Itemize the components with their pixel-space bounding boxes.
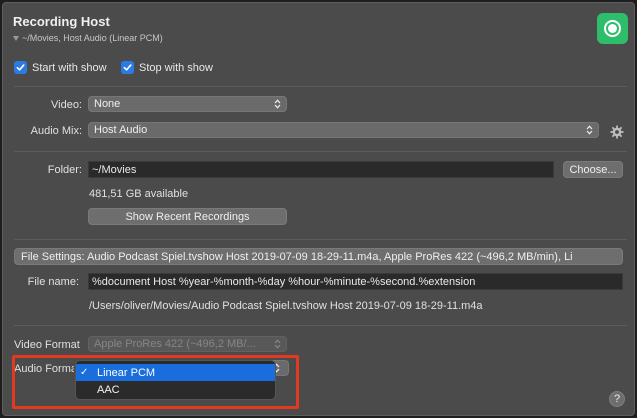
video-format-popup: Apple ProRes 422 (~496,2 MB/... [88, 336, 287, 352]
updown-arrows-icon [270, 337, 284, 351]
checkmark-icon [121, 61, 134, 74]
checkmark-icon [14, 61, 27, 74]
panel-title: Recording Host [13, 14, 110, 29]
stop-with-show-checkbox[interactable]: Stop with show [121, 61, 213, 74]
updown-arrows-icon [582, 123, 596, 137]
audio-mix-label: Audio Mix: [30, 125, 82, 137]
divider [14, 151, 627, 152]
video-label: Video: [51, 99, 82, 111]
stop-with-show-label: Stop with show [139, 61, 213, 74]
divider [14, 239, 627, 240]
disk-space-available: 481,51 GB available [89, 188, 189, 200]
video-popup[interactable]: None [88, 96, 287, 112]
start-with-show-checkbox[interactable]: Start with show [14, 61, 107, 74]
disclosure-triangle-icon[interactable] [13, 35, 19, 41]
video-format-value: Apple ProRes 422 (~496,2 MB/... [94, 338, 256, 350]
folder-field[interactable]: ~/Movies [88, 161, 554, 178]
recording-settings-panel: Recording Host ~/Movies, Host Audio (Lin… [2, 2, 635, 416]
start-with-show-label: Start with show [32, 61, 107, 74]
gear-icon[interactable] [610, 125, 624, 139]
show-recent-recordings-button[interactable]: Show Recent Recordings [88, 208, 287, 225]
audio-mix-popup[interactable]: Host Audio [88, 122, 599, 138]
record-icon [604, 20, 621, 37]
record-button[interactable] [597, 13, 628, 44]
file-name-field[interactable]: %document Host %year-%month-%day %hour-%… [88, 273, 623, 290]
updown-arrows-icon [270, 97, 284, 111]
choose-folder-button[interactable]: Choose... [563, 161, 623, 178]
folder-label: Folder: [47, 164, 82, 176]
video-value: None [94, 98, 121, 110]
divider [14, 325, 627, 326]
divider [14, 86, 627, 87]
subtitle[interactable]: ~/Movies, Host Audio (Linear PCM) [13, 33, 163, 43]
audio-mix-value: Host Audio [94, 124, 148, 136]
file-settings-button[interactable]: File Settings: Audio Podcast Spiel.tvsho… [14, 248, 623, 265]
subtitle-text: ~/Movies, Host Audio (Linear PCM) [22, 33, 163, 43]
annotation-highlight-box [12, 355, 299, 409]
file-path-preview: /Users/oliver/Movies/Audio Podcast Spiel… [89, 300, 483, 312]
help-button[interactable]: ? [609, 391, 625, 407]
file-name-label: File name: [27, 276, 79, 288]
